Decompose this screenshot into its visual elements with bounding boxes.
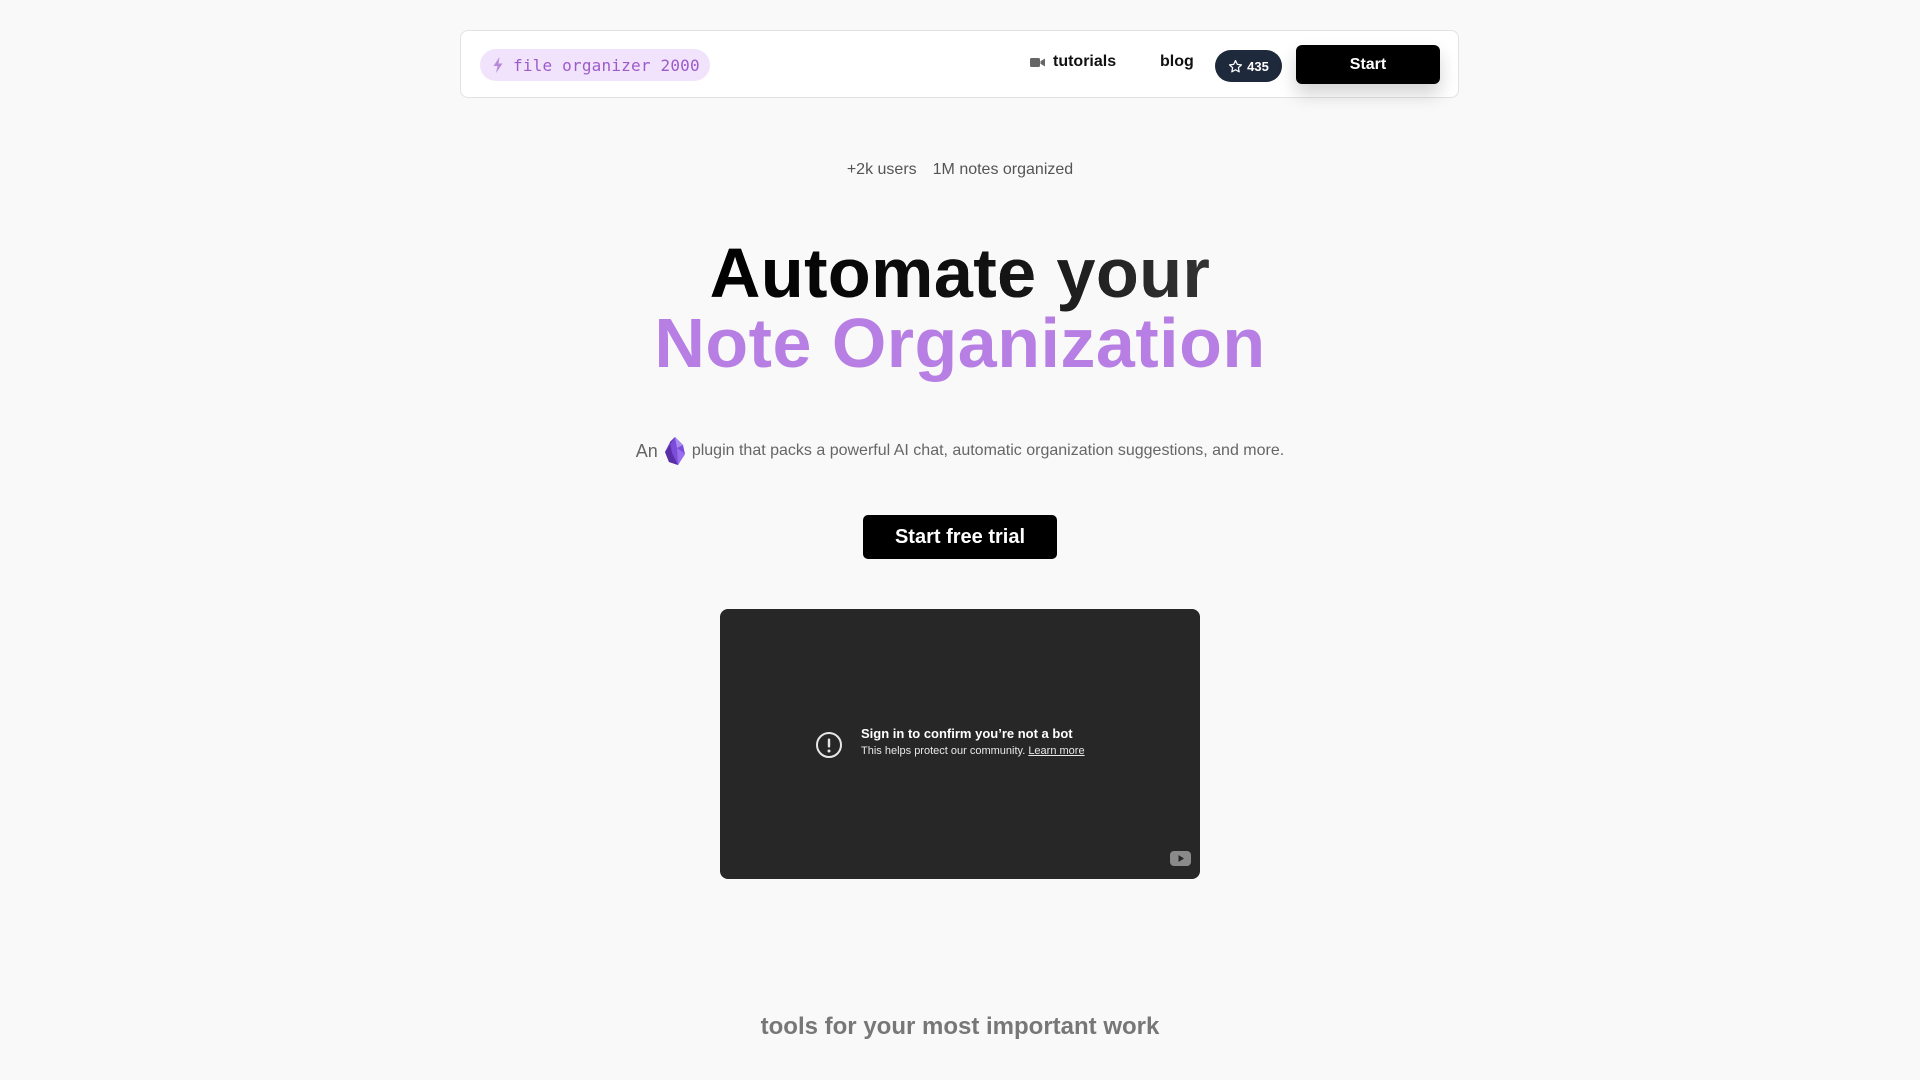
subtitle-prefix: An — [635, 440, 658, 461]
brand-pill[interactable]: file organizer 2000 — [480, 49, 710, 81]
brand-label: file organizer 2000 — [513, 55, 700, 75]
learn-more-link[interactable]: Learn more — [1028, 745, 1084, 757]
stats-line: +2k users 1M notes organized — [0, 161, 1920, 179]
exclamation-circle-icon — [816, 732, 842, 758]
video-message: Sign in to confirm you’re not a bot This… — [861, 726, 1085, 757]
stars-count: 435 — [1247, 58, 1269, 74]
video-message-title: Sign in to confirm you’re not a bot — [861, 726, 1073, 741]
nav-blog-label: blog — [1160, 53, 1194, 70]
video-message-subtitle: This helps protect our community. Learn … — [861, 745, 1085, 757]
stat-notes: 1M notes organized — [932, 161, 1074, 178]
nav-tutorials-label: tutorials — [1053, 53, 1117, 70]
bolt-icon — [493, 57, 503, 73]
headline-line-2: Note Organization — [654, 304, 1266, 382]
youtube-icon[interactable] — [1170, 851, 1191, 866]
obsidian-logo-icon — [664, 437, 685, 465]
headline-line-1-text: Automate your — [709, 234, 1211, 312]
top-nav: file organizer 2000 tutorials blog 435 S… — [460, 30, 1459, 98]
start-free-trial-button[interactable]: Start free trial — [863, 515, 1057, 559]
video-embed[interactable]: Sign in to confirm you’re not a bot This… — [720, 609, 1200, 879]
nav-blog-link[interactable]: blog — [1160, 53, 1194, 71]
video-message-subtitle-text: This helps protect our community. — [861, 745, 1026, 757]
nav-tutorials-link[interactable]: tutorials — [1030, 53, 1116, 71]
subtitle-text: plugin that packs a powerful AI chat, au… — [691, 442, 1285, 459]
start-button[interactable]: Start — [1296, 45, 1440, 84]
stat-users: +2k users — [846, 161, 917, 178]
star-icon — [1229, 59, 1243, 72]
section-title: tools for your most important work — [760, 1013, 1160, 1040]
video-camera-icon — [1030, 57, 1045, 67]
hero-subtitle: An plugin that packs a powerful AI chat,… — [0, 436, 1920, 466]
github-stars-badge[interactable]: 435 — [1215, 50, 1282, 82]
headline-line-1: Automate your — [0, 238, 1920, 308]
landing-page: file organizer 2000 tutorials blog 435 S… — [0, 0, 1920, 1080]
